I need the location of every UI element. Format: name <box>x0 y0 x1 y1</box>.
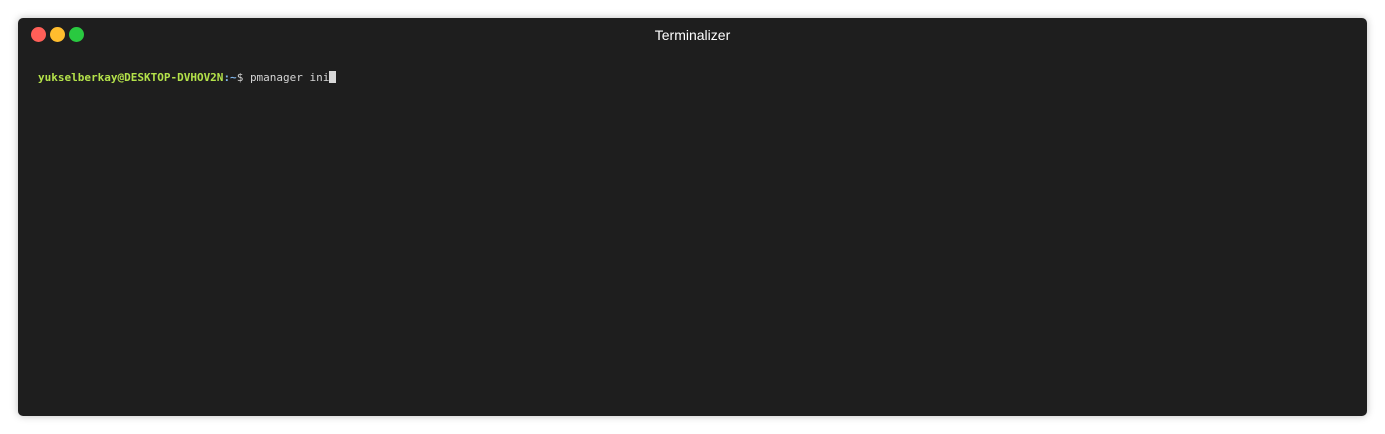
text-cursor <box>329 71 337 83</box>
window-title: Terminalizer <box>654 27 731 43</box>
terminal-window: Terminalizer yukselberkay@DESKTOP-DVHOV2… <box>18 18 1367 416</box>
title-bar: Terminalizer <box>18 18 1367 52</box>
prompt-path: :~ <box>223 71 237 84</box>
terminal-output[interactable]: yukselberkay@DESKTOP-DVHOV2N:~$ pmanager… <box>38 71 337 85</box>
prompt-symbol: $ <box>236 71 244 84</box>
command-text: pmanager ini <box>249 71 330 84</box>
prompt-user-host: yukselberkay@DESKTOP-DVHOV2N <box>38 71 224 84</box>
